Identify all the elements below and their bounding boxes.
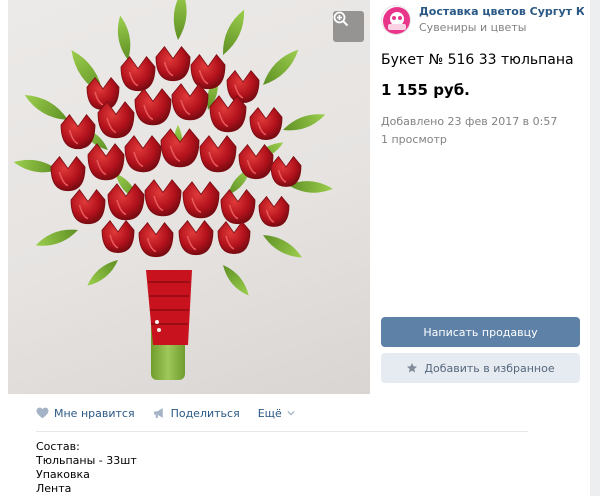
description-line: Упаковка [36,468,90,481]
tulip-head [120,56,156,92]
more-label: Ещё [257,406,282,420]
more-button[interactable]: Ещё [258,407,295,420]
zoom-button[interactable] [333,11,364,42]
tulip-head [226,69,260,104]
tulip-head [190,54,226,90]
tulip-head [124,135,162,173]
share-label: Поделиться [170,406,240,420]
leaf [223,265,249,296]
tulip-head [258,195,290,227]
page-right-edge [590,0,600,496]
like-label: Мне нравится [54,406,135,420]
product-title: Букет № 516 33 тюльпана [381,52,574,68]
star-icon [407,363,418,373]
description-line: Лента [36,482,72,495]
tulip-head [155,46,191,82]
leaf [283,114,326,131]
tulip-head [50,156,86,192]
tulip-head [182,181,220,219]
tulip-head [86,76,120,111]
share-megaphone-icon [153,408,163,418]
leaf [222,9,245,55]
tulip-head [217,220,251,255]
leaf [24,95,68,120]
add-favorite-button[interactable]: Добавить в избранное [381,353,580,383]
leaf [173,0,187,40]
product-photo[interactable] [8,0,370,394]
leaf [87,260,118,286]
chevron-down-icon [287,410,295,416]
description-line: Тюльпаны - 33шт [36,454,137,467]
bouquet-image [13,0,333,380]
added-date: Добавлено 23 фев 2017 в 0:57 [381,115,558,128]
share-button[interactable]: Поделиться [153,407,240,420]
post-actions: Мне нравится Поделиться Ещё [36,405,313,421]
contact-seller-button[interactable]: Написать продавцу [381,317,580,347]
tulip-head [209,95,247,133]
tulip-head [238,144,274,180]
shop-name-link[interactable]: Доставка цветов Сургут Кемер... [419,5,584,18]
leaf [117,15,131,60]
shop-category[interactable]: Сувениры и цветы [419,21,526,34]
description-line: Состав: [36,440,80,453]
contact-seller-label: Написать продавцу [423,325,538,339]
leaf [263,49,299,85]
product-description: Состав: Тюльпаны - 33шт Упаковка Лента [36,440,137,496]
tulip-head [270,155,302,187]
heart-icon [36,407,49,419]
tulip-head [220,189,256,225]
tulip-head [249,106,283,141]
tulip-head [134,88,172,126]
view-count: 1 просмотр [381,133,447,146]
leaf [35,229,78,246]
tulip-head [199,135,237,173]
add-favorite-label: Добавить в избранное [424,361,555,375]
tulip-head [70,189,106,225]
tulip-head [97,101,135,139]
shop-avatar[interactable] [381,5,411,35]
leaf [263,235,302,258]
tulip-head [138,222,174,258]
product-price: 1 155 руб. [381,81,470,99]
tulip-head [144,179,182,217]
divider [36,431,528,432]
tulip-head [60,114,96,150]
like-button[interactable]: Мне нравится [36,407,135,420]
tulip-head [101,219,135,254]
zoom-in-icon [333,11,349,27]
tulip-head [171,83,209,121]
tulip-head [178,220,214,256]
